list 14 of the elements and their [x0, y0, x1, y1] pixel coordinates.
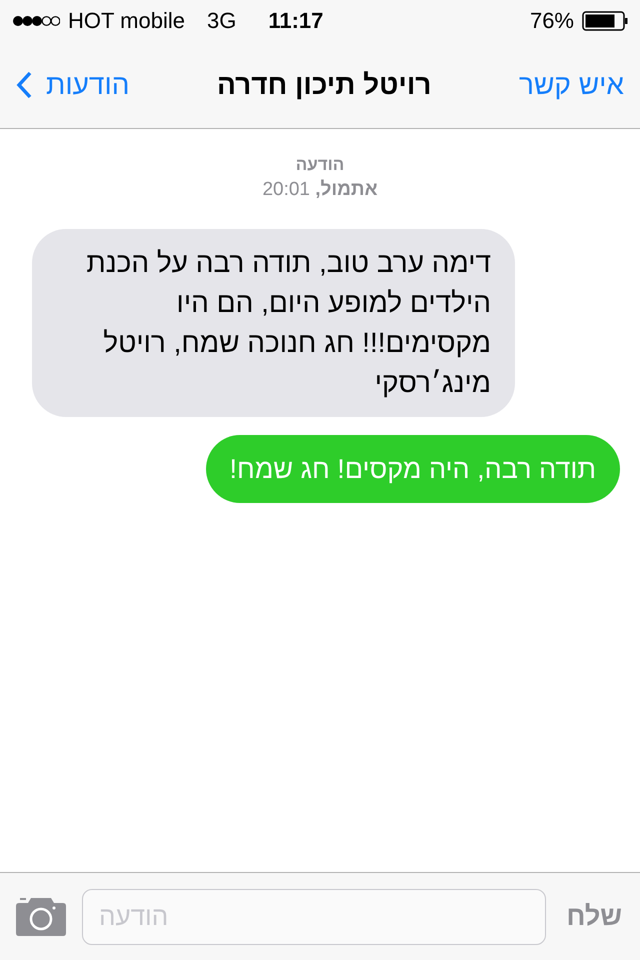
- sent-message-bubble: תודה רבה, היה מקסים! חג שמח!: [206, 435, 620, 503]
- chevron-icon: [16, 71, 32, 99]
- clock-time: 11:17: [268, 8, 324, 34]
- carrier-name: HOT mobile: [68, 8, 185, 34]
- battery-percent: 76%: [530, 8, 574, 34]
- network-type: 3G: [206, 8, 236, 34]
- battery-icon: [582, 11, 628, 31]
- conversation-title: רויטל תיכון חדרה: [217, 69, 432, 101]
- message-label: הודעה: [294, 155, 346, 175]
- back-button[interactable]: הודעות: [16, 69, 130, 101]
- contact-link[interactable]: איש קשר: [519, 69, 624, 101]
- received-message-bubble: דימה ערב טוב, תודה רבה על הכנת הילדים למופע היום, הם היו מקסימים!!! חג חנוכה שמח, רויטל מינג׳רסקי: [32, 229, 515, 417]
- signal-icon: [12, 15, 60, 27]
- camera-icon[interactable]: [16, 898, 66, 936]
